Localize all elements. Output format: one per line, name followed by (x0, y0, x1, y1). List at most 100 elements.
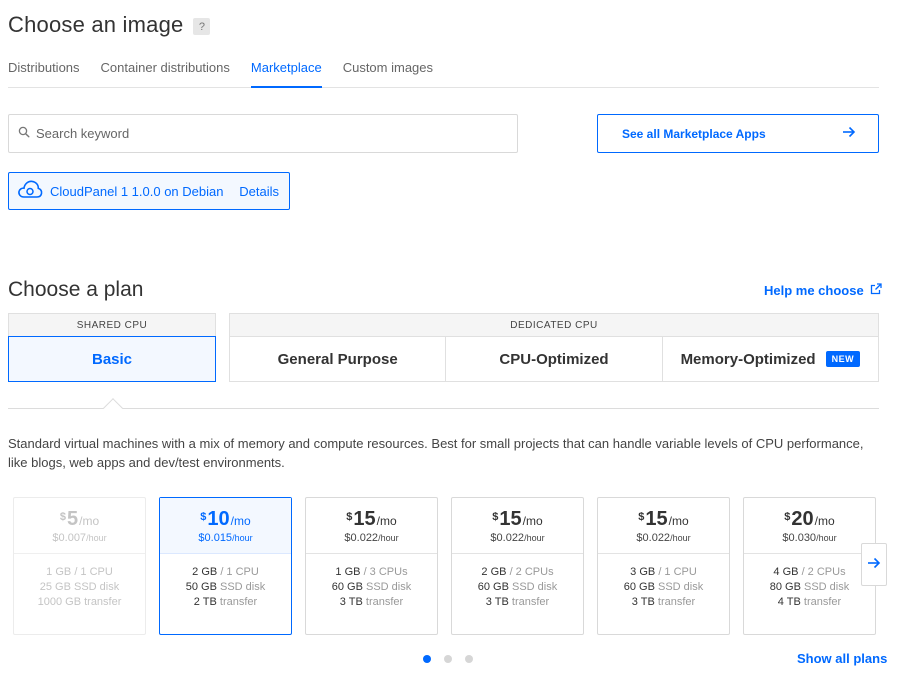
cpu: / 2 CPUs (801, 566, 846, 578)
external-link-icon (870, 283, 882, 298)
tab-basic[interactable]: Basic (8, 336, 216, 382)
dedicated-cpu-tabs: General Purpose CPU-Optimized Memory-Opt… (229, 336, 879, 382)
help-choose-label: Help me choose (764, 283, 864, 298)
cpu: / 1 CPU (74, 566, 113, 578)
carousel-dot[interactable] (465, 655, 473, 663)
disk: 60 GB (331, 581, 363, 593)
hourly-price: $0.030 (782, 531, 817, 544)
currency: $ (346, 510, 353, 523)
hourly-price: $0.022 (490, 531, 525, 544)
plan-title: Choose a plan (8, 278, 144, 301)
price-period: /mo (814, 513, 835, 528)
transfer: 3 TB (485, 596, 509, 608)
price-amount: 20 (791, 507, 814, 530)
hourly-unit: /hour (232, 532, 253, 543)
price-period: /mo (522, 513, 543, 528)
currency: $ (784, 510, 791, 523)
disk-label: SSD disk (512, 581, 558, 593)
page-title: Choose an image (8, 12, 184, 37)
ram: 2 GB (192, 566, 218, 578)
price-card[interactable]: $15/mo $0.022/hour 3 GB / 1 CPU 60 GB SS… (597, 497, 730, 635)
hourly-unit: /hour (816, 532, 837, 543)
tab-custom-images[interactable]: Custom images (343, 50, 433, 88)
price-card[interactable]: $5/mo $0.007/hour 1 GB / 1 CPU 25 GB SSD… (13, 497, 146, 635)
transfer-label: transfer (511, 596, 550, 608)
hourly-unit: /hour (524, 532, 545, 543)
arrow-right-icon (867, 556, 881, 574)
tab-marketplace[interactable]: Marketplace (250, 50, 322, 88)
dedicated-cpu-header: DEDICATED CPU (229, 313, 879, 336)
cpu: / 2 CPUs (509, 566, 554, 578)
tab-label: General Purpose (277, 350, 398, 368)
tab-cpu-optimized[interactable]: CPU-Optimized (446, 337, 663, 381)
transfer-label: transfer (84, 596, 122, 608)
app-details-link[interactable]: Details (239, 184, 279, 199)
hourly-price: $0.022 (344, 531, 379, 544)
cloud-icon (17, 178, 43, 205)
transfer: 1000 GB (37, 596, 82, 608)
divider (8, 408, 879, 409)
price-card[interactable]: $15/mo $0.022/hour 2 GB / 2 CPUs 60 GB S… (451, 497, 584, 635)
ram: 3 GB (630, 566, 656, 578)
price-period: /mo (376, 513, 397, 528)
carousel-pagination (423, 655, 473, 663)
price-amount: 10 (207, 507, 230, 530)
transfer-label: transfer (365, 596, 404, 608)
transfer: 2 TB (193, 596, 217, 608)
price-card[interactable]: $20/mo $0.030/hour 4 GB / 2 CPUs 80 GB S… (743, 497, 876, 635)
price-period: /mo (230, 513, 251, 528)
see-all-marketplace-button[interactable]: See all Marketplace Apps (597, 114, 879, 153)
transfer-label: transfer (219, 596, 258, 608)
help-icon[interactable]: ? (193, 18, 211, 35)
transfer: 3 TB (339, 596, 363, 608)
app-name: CloudPanel 1 1.0.0 on Debian ... (50, 183, 228, 199)
price-card[interactable]: $10/mo $0.015/hour 2 GB / 1 CPU 50 GB SS… (159, 497, 292, 635)
currency: $ (492, 510, 499, 523)
hourly-price: $0.015 (198, 531, 233, 544)
ram: 4 GB (773, 566, 799, 578)
carousel-next-button[interactable] (861, 543, 887, 586)
hourly-unit: /hour (378, 532, 399, 543)
tab-container-distributions[interactable]: Container distributions (101, 50, 230, 88)
ram: 2 GB (481, 566, 507, 578)
transfer: 3 TB (631, 596, 655, 608)
disk-label: SSD disk (220, 581, 266, 593)
ram: 1 GB (46, 566, 72, 578)
search-icon (18, 125, 30, 143)
price-amount: 15 (645, 507, 668, 530)
see-all-label: See all Marketplace Apps (622, 126, 766, 141)
tab-label: CPU-Optimized (499, 350, 609, 368)
disk: 25 GB (39, 581, 71, 593)
active-tab-pointer (103, 398, 123, 418)
carousel-dot[interactable] (423, 655, 431, 663)
tab-general-purpose[interactable]: General Purpose (230, 337, 447, 381)
search-input[interactable] (36, 126, 496, 141)
disk: 60 GB (477, 581, 509, 593)
cpu: / 1 CPU (220, 566, 259, 578)
image-tabs: Distributions Container distributions Ma… (8, 50, 879, 88)
price-amount: 15 (499, 507, 522, 530)
cpu: / 3 CPUs (363, 566, 408, 578)
cpu: / 1 CPU (658, 566, 697, 578)
tab-distributions[interactable]: Distributions (8, 50, 80, 88)
new-badge: NEW (825, 351, 861, 367)
price-amount: 5 (66, 507, 79, 530)
disk-label: SSD disk (658, 581, 704, 593)
selected-app-chip[interactable]: CloudPanel 1 1.0.0 on Debian ... Details (8, 172, 290, 210)
price-card[interactable]: $15/mo $0.022/hour 1 GB / 3 CPUs 60 GB S… (305, 497, 438, 635)
hourly-price: $0.022 (636, 531, 671, 544)
transfer-label: transfer (657, 596, 696, 608)
price-amount: 15 (353, 507, 376, 530)
show-all-plans-link[interactable]: Show all plans (797, 651, 887, 666)
shared-cpu-header: SHARED CPU (8, 313, 216, 336)
disk-label: SSD disk (74, 581, 120, 593)
hourly-unit: /hour (86, 532, 107, 543)
help-me-choose-link[interactable]: Help me choose (764, 283, 882, 298)
tab-memory-optimized[interactable]: Memory-Optimized NEW (663, 337, 878, 381)
plan-description: Standard virtual machines with a mix of … (8, 436, 864, 470)
transfer: 4 TB (777, 596, 801, 608)
carousel-dot[interactable] (444, 655, 452, 663)
price-cards: $5/mo $0.007/hour 1 GB / 1 CPU 25 GB SSD… (13, 497, 876, 635)
disk: 80 GB (769, 581, 801, 593)
search-box (8, 114, 518, 153)
